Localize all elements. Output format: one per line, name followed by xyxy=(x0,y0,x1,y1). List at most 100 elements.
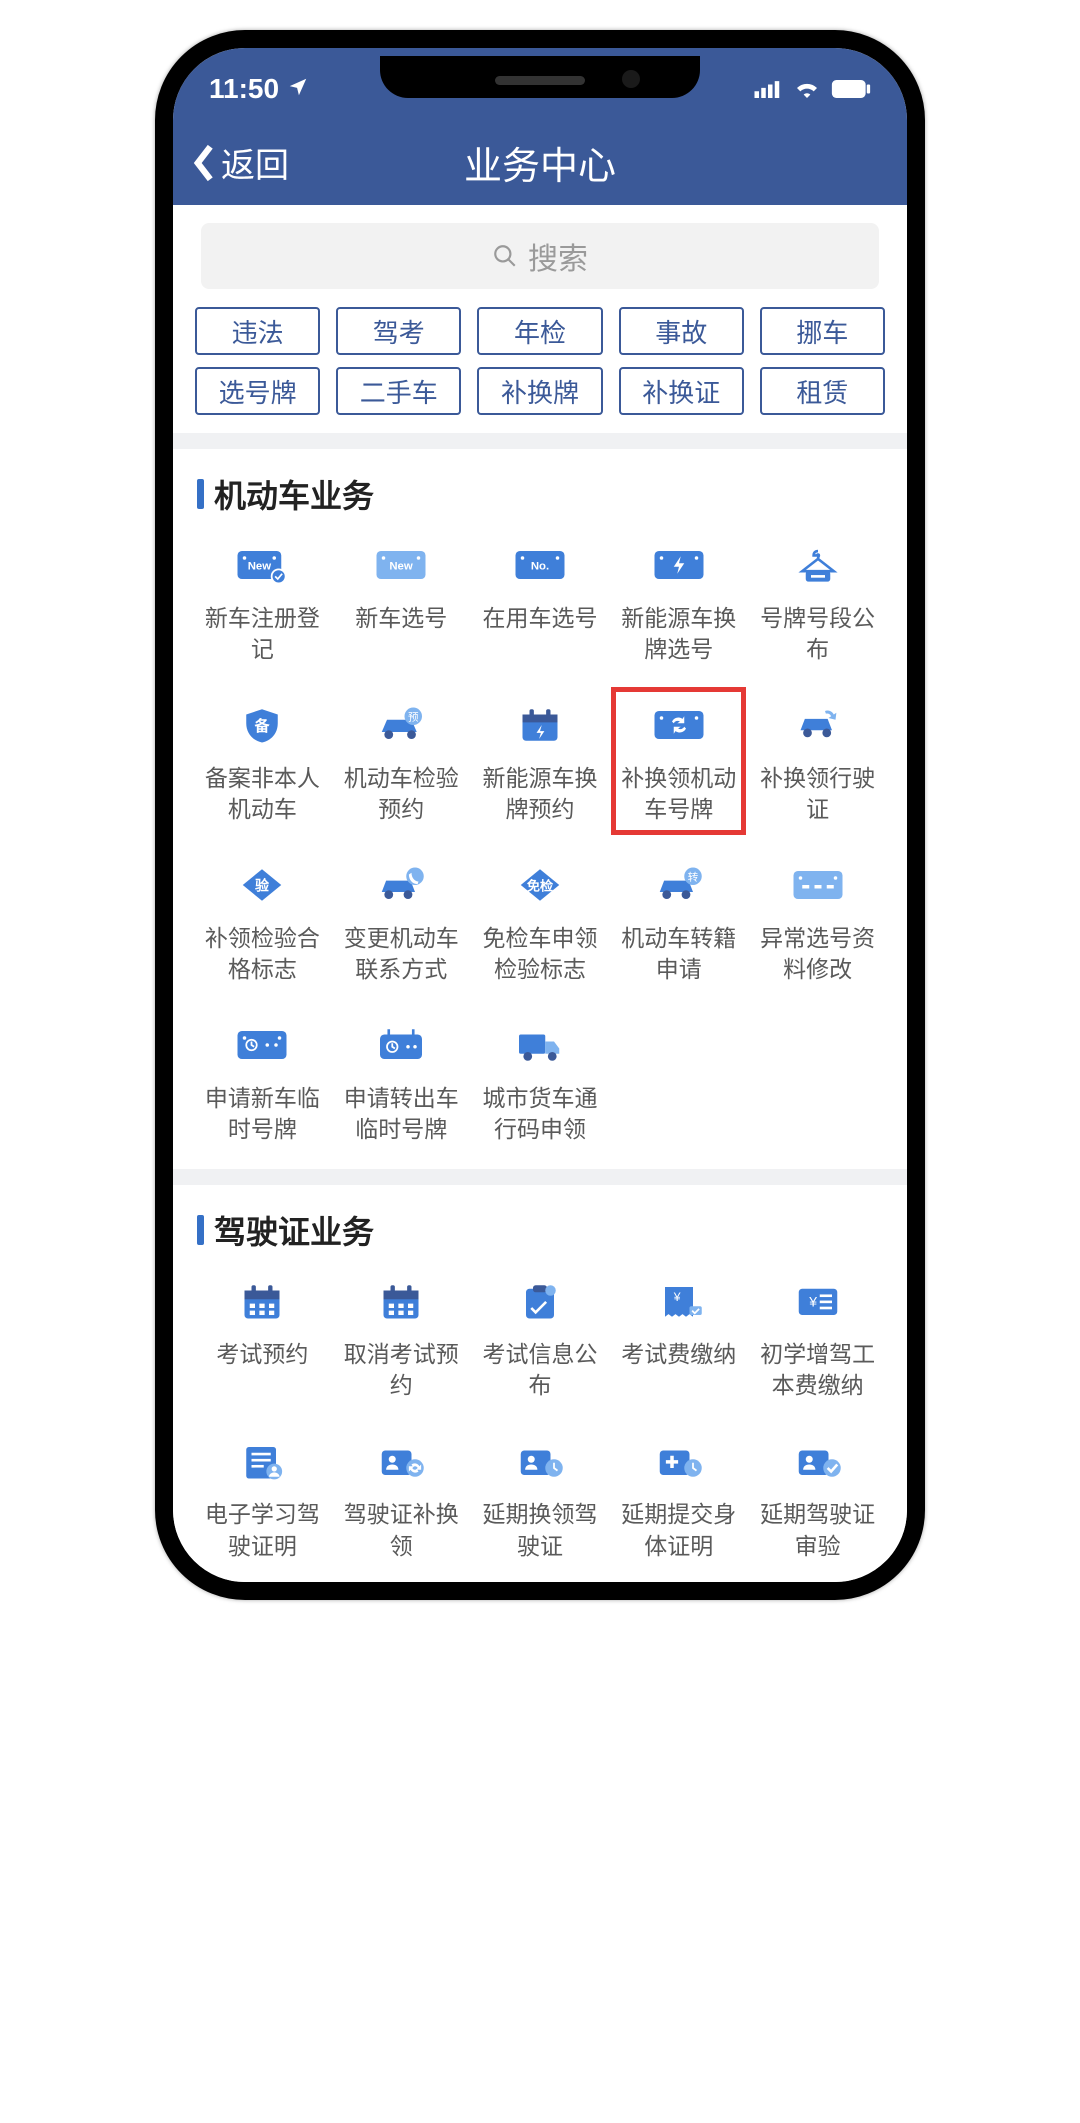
tag-8[interactable]: 补换证 xyxy=(619,367,744,415)
plate-new-icon: New xyxy=(369,541,433,589)
item-abnormal-select[interactable]: 异常选号资料修改 xyxy=(748,861,887,985)
item-exempt-inspect[interactable]: 免检免检车申领检验标志 xyxy=(471,861,610,985)
search-placeholder: 搜索 xyxy=(528,234,588,278)
tag-9[interactable]: 租赁 xyxy=(760,367,885,415)
tag-4[interactable]: 挪车 xyxy=(760,307,885,355)
item-replace-license[interactable]: 补换领行驶证 xyxy=(748,701,887,825)
item-new-car-select[interactable]: New 新车选号 xyxy=(332,541,471,665)
truck-icon xyxy=(508,1021,572,1069)
item-label: 考试预约 xyxy=(216,1339,308,1370)
chevron-left-icon xyxy=(191,143,217,183)
item-exam-info[interactable]: 考试信息公布 xyxy=(471,1277,610,1401)
person-clock-icon xyxy=(508,1437,572,1485)
item-e-learning[interactable]: 电子学习驾驶证明 xyxy=(193,1437,332,1561)
diamond-yan-icon: 验 xyxy=(230,861,294,909)
item-label: 申请新车临时号牌 xyxy=(202,1083,322,1145)
item-label: 备案非本人机动车 xyxy=(202,763,322,825)
person-cycle-icon xyxy=(369,1437,433,1485)
item-newenergy-replate[interactable]: 新能源车换牌选号 xyxy=(609,541,748,665)
plate-newcheck-icon: New xyxy=(230,541,294,589)
item-replace-inspect[interactable]: 验补领检验合格标志 xyxy=(193,861,332,985)
item-label: 延期换领驾驶证 xyxy=(480,1499,600,1561)
item-delay-body[interactable]: 延期提交身体证明 xyxy=(609,1437,748,1561)
svg-text:验: 验 xyxy=(255,877,270,893)
item-delay-audit[interactable]: 延期驾驶证审验 xyxy=(748,1437,887,1561)
search-wrap: 搜索 xyxy=(173,205,907,307)
item-change-contact[interactable]: 变更机动车联系方式 xyxy=(332,861,471,985)
item-new-car-register[interactable]: New 新车注册登记 xyxy=(193,541,332,665)
item-plate-segment[interactable]: 号牌号段公布 xyxy=(748,541,887,665)
item-temp-plate-out[interactable]: 申请转出车临时号牌 xyxy=(332,1021,471,1145)
item-label: 新车选号 xyxy=(355,603,447,634)
car-zhuan-icon: 转 xyxy=(647,861,711,909)
item-record-other[interactable]: 备备案非本人机动车 xyxy=(193,701,332,825)
plate-bolt-icon xyxy=(647,541,711,589)
plate-no-icon: No. xyxy=(508,541,572,589)
item-newenergy-reserve[interactable]: 新能源车换牌预约 xyxy=(471,701,610,825)
person-check-icon xyxy=(786,1437,850,1485)
fee-lines-icon: ¥ xyxy=(786,1277,850,1325)
back-button[interactable]: 返回 xyxy=(191,138,289,187)
svg-text:¥: ¥ xyxy=(673,1290,681,1304)
item-label: 城市货车通行码申领 xyxy=(480,1083,600,1145)
item-add-class-fee[interactable]: ¥ 初学增驾工本费缴纳 xyxy=(748,1277,887,1401)
item-truck-pass[interactable]: 城市货车通行码申领 xyxy=(471,1021,610,1145)
item-label: 考试信息公布 xyxy=(480,1339,600,1401)
item-label: 取消考试预约 xyxy=(341,1339,461,1401)
tags-row: 违法驾考年检事故挪车选号牌二手车补换牌补换证租赁 xyxy=(173,307,907,433)
status-time: 11:50 xyxy=(209,73,279,104)
item-label: 补领检验合格标志 xyxy=(202,923,322,985)
item-label: 延期提交身体证明 xyxy=(619,1499,739,1561)
tag-1[interactable]: 驾考 xyxy=(336,307,461,355)
svg-text:¥: ¥ xyxy=(808,1294,817,1310)
back-label: 返回 xyxy=(221,138,289,187)
item-label: 延期驾驶证审验 xyxy=(758,1499,878,1561)
item-delay-renew[interactable]: 延期换领驾驶证 xyxy=(471,1437,610,1561)
item-license-replace[interactable]: 驾驶证补换领 xyxy=(332,1437,471,1561)
page-title: 业务中心 xyxy=(464,135,616,190)
item-label: 电子学习驾驶证明 xyxy=(202,1499,322,1561)
item-exam-reserve[interactable]: 考试预约 xyxy=(193,1277,332,1401)
calendar-icon xyxy=(369,1277,433,1325)
nav-bar: 返回 业务中心 xyxy=(173,120,907,205)
section-grid-0: New 新车注册登记 New 新车选号 No.在用车选号新能源车换牌选号号牌号段公布备备… xyxy=(173,529,907,1169)
tag-7[interactable]: 补换牌 xyxy=(477,367,602,415)
plate-clock-icon xyxy=(230,1021,294,1069)
search-input[interactable]: 搜索 xyxy=(201,223,879,289)
tag-3[interactable]: 事故 xyxy=(619,307,744,355)
calendar-bolt-icon xyxy=(508,701,572,749)
hanger-icon xyxy=(786,541,850,589)
svg-text:New: New xyxy=(390,560,414,572)
item-transfer-apply[interactable]: 转机动车转籍申请 xyxy=(609,861,748,985)
item-exam-fee[interactable]: ¥考试费缴纳 xyxy=(609,1277,748,1401)
item-inspect-reserve[interactable]: 预机动车检验预约 xyxy=(332,701,471,825)
item-label: 补换领行驶证 xyxy=(758,763,878,825)
phone-frame: 11:50 返回 业务中心 搜索 违法驾考年检事故挪车选号牌二手车补换牌补换证租… xyxy=(155,30,925,1600)
tag-2[interactable]: 年检 xyxy=(477,307,602,355)
item-label: 新能源车换牌预约 xyxy=(480,763,600,825)
item-replace-plate[interactable]: 补换领机动车号牌 xyxy=(609,701,748,825)
tag-6[interactable]: 二手车 xyxy=(336,367,461,415)
location-icon xyxy=(287,73,309,105)
search-icon xyxy=(492,243,518,269)
plus-clock-icon xyxy=(647,1437,711,1485)
item-label: 申请转出车临时号牌 xyxy=(341,1083,461,1145)
item-inuse-car-select[interactable]: No.在用车选号 xyxy=(471,541,610,665)
receipt-icon: ¥ xyxy=(647,1277,711,1325)
item-label: 机动车检验预约 xyxy=(341,763,461,825)
item-label: 新能源车换牌选号 xyxy=(619,603,739,665)
tag-5[interactable]: 选号牌 xyxy=(195,367,320,415)
tag-0[interactable]: 违法 xyxy=(195,307,320,355)
item-label: 新车注册登记 xyxy=(202,603,322,665)
item-temp-plate-new[interactable]: 申请新车临时号牌 xyxy=(193,1021,332,1145)
car-yu-icon: 预 xyxy=(369,701,433,749)
section-header-0: 机动车业务 xyxy=(173,449,907,529)
svg-text:免检: 免检 xyxy=(527,877,554,893)
item-label: 初学增驾工本费缴纳 xyxy=(758,1339,878,1401)
item-exam-cancel[interactable]: 取消考试预约 xyxy=(332,1277,471,1401)
battery-icon xyxy=(831,73,871,105)
item-label: 免检车申领检验标志 xyxy=(480,923,600,985)
radio-clock-icon xyxy=(369,1021,433,1069)
plate-dotdot-icon xyxy=(786,861,850,909)
car-phone-icon xyxy=(369,861,433,909)
